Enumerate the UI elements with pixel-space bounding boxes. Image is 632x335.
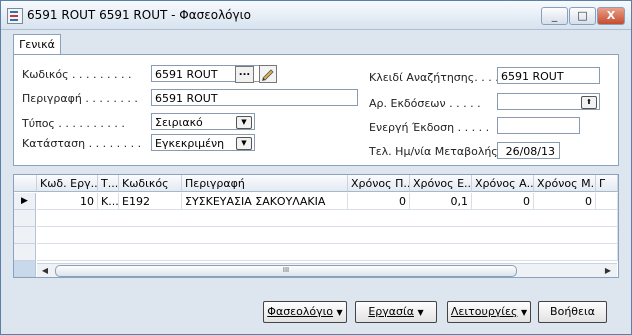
functions-label: Λειτουργίες <box>450 305 518 318</box>
type-label: Τύπος . . . . . . . . . . <box>22 117 125 130</box>
table-cell[interactable]: 0 <box>348 193 410 210</box>
code-label: Κωδικός . . . . . . . . . <box>22 68 132 81</box>
code-lookup-button[interactable]: ... <box>235 66 254 83</box>
active-version-label: Ενεργή Έκδοση . . . . . <box>369 121 490 134</box>
chevron-down-icon[interactable]: ▼ <box>236 116 252 129</box>
window: 6591 ROUT 6591 ROUT - Φασεολόγιο _ □ X Γ… <box>0 0 632 335</box>
column-header[interactable]: Κωδ. Εργ... <box>37 175 98 192</box>
window-title: 6591 ROUT 6591 ROUT - Φασεολόγιο <box>27 8 252 22</box>
minimize-button[interactable]: _ <box>541 7 568 25</box>
scrollbar-thumb[interactable]: III <box>55 265 517 277</box>
table-cell[interactable] <box>596 193 618 210</box>
table-cell[interactable]: E192 <box>119 193 182 210</box>
type-select[interactable]: Σειριακό ▼ <box>151 113 255 130</box>
row-marker-icon[interactable]: ▶ <box>14 193 36 210</box>
active-version-field[interactable] <box>497 117 580 134</box>
code-value: 6591 ROUT <box>155 68 218 81</box>
last-modified-field[interactable]: 26/08/13 <box>497 142 560 159</box>
title-bar: 6591 ROUT 6591 ROUT - Φασεολόγιο _ □ X <box>1 1 631 30</box>
last-modified-label: Τελ. Ημ/νία Μεταβολής . . <box>369 145 512 158</box>
close-button[interactable]: X <box>597 7 625 25</box>
empty-row[interactable] <box>37 210 618 227</box>
scroll-corner <box>14 261 36 277</box>
phaseology-menu-button[interactable]: Φασεολόγιο ▼ <box>263 301 347 323</box>
app-icon <box>7 8 23 24</box>
column-header[interactable]: Τ... <box>98 175 119 192</box>
column-header[interactable]: Χρόνος Ε... <box>410 175 472 192</box>
scroll-right-icon[interactable]: ▶ <box>602 265 614 276</box>
dropdown-icon: ▼ <box>336 308 343 317</box>
phaseology-label: Φασεολόγιο <box>267 305 334 318</box>
column-header[interactable]: Γ <box>596 175 618 192</box>
empty-row[interactable] <box>37 227 618 244</box>
status-select[interactable]: Εγκεκριμένη ▼ <box>151 134 255 151</box>
table-cell[interactable]: ΣΥΣΚΕΥΑΣΙΑ ΣΑΚΟΥΛΑΚΙΑ <box>182 193 348 210</box>
row-selector[interactable] <box>14 227 36 244</box>
table-cell[interactable]: 0 <box>534 193 596 210</box>
row-selector[interactable] <box>14 210 36 227</box>
operation-menu-button[interactable]: Εργασία ▼ <box>355 301 437 323</box>
operations-grid: Κωδ. Εργ... Τ... Κωδικός Περιγραφή Χρόνο… <box>13 174 619 278</box>
tab-general[interactable]: Γενικά <box>13 34 61 55</box>
help-button[interactable]: Βοήθεια <box>538 301 607 323</box>
table-cell[interactable]: K... <box>98 193 119 210</box>
status-label: Κατάσταση . . . . . . . . <box>22 137 142 150</box>
table-cell[interactable]: 10 <box>37 193 98 210</box>
grid-corner <box>14 175 37 192</box>
column-header[interactable]: Περιγραφή <box>182 175 348 192</box>
type-value: Σειριακό <box>155 116 203 129</box>
arrow-up-icon[interactable]: ⬆ <box>581 96 597 109</box>
empty-row[interactable] <box>37 244 618 261</box>
versions-field[interactable]: ⬆ <box>497 93 600 110</box>
functions-menu-button[interactable]: Λειτουργίες ▼ <box>447 301 531 323</box>
table-cell[interactable]: 0,1 <box>410 193 472 210</box>
general-panel: Κωδικός . . . . . . . . . 6591 ROUT ... … <box>13 54 619 166</box>
search-key-label: Κλειδί Αναζήτησης. . . . <box>369 71 499 84</box>
dropdown-icon: ▼ <box>520 308 528 317</box>
column-header[interactable]: Χρόνος Μ... <box>534 175 596 192</box>
scroll-left-icon[interactable]: ◀ <box>39 265 51 276</box>
column-header[interactable]: Χρόνος Α... <box>472 175 534 192</box>
maximize-button[interactable]: □ <box>569 7 596 25</box>
operation-label: Εργασία <box>368 305 414 318</box>
description-field[interactable]: 6591 ROUT <box>151 89 358 106</box>
status-value: Εγκεκριμένη <box>155 137 225 150</box>
column-header[interactable]: Κωδικός <box>119 175 182 192</box>
chevron-down-icon[interactable]: ▼ <box>236 137 252 150</box>
column-header[interactable]: Χρόνος Π... <box>348 175 410 192</box>
description-label: Περιγραφή . . . . . . . . <box>22 92 138 105</box>
edit-icon[interactable] <box>259 65 277 83</box>
search-key-field[interactable]: 6591 ROUT <box>497 67 600 84</box>
table-cell[interactable]: 0 <box>472 193 534 210</box>
versions-label: Αρ. Εκδόσεων . . . . . <box>369 97 481 110</box>
dropdown-icon: ▼ <box>417 308 424 317</box>
row-selector[interactable] <box>14 244 36 261</box>
horizontal-scrollbar[interactable]: ◀ III ▶ <box>37 263 617 277</box>
